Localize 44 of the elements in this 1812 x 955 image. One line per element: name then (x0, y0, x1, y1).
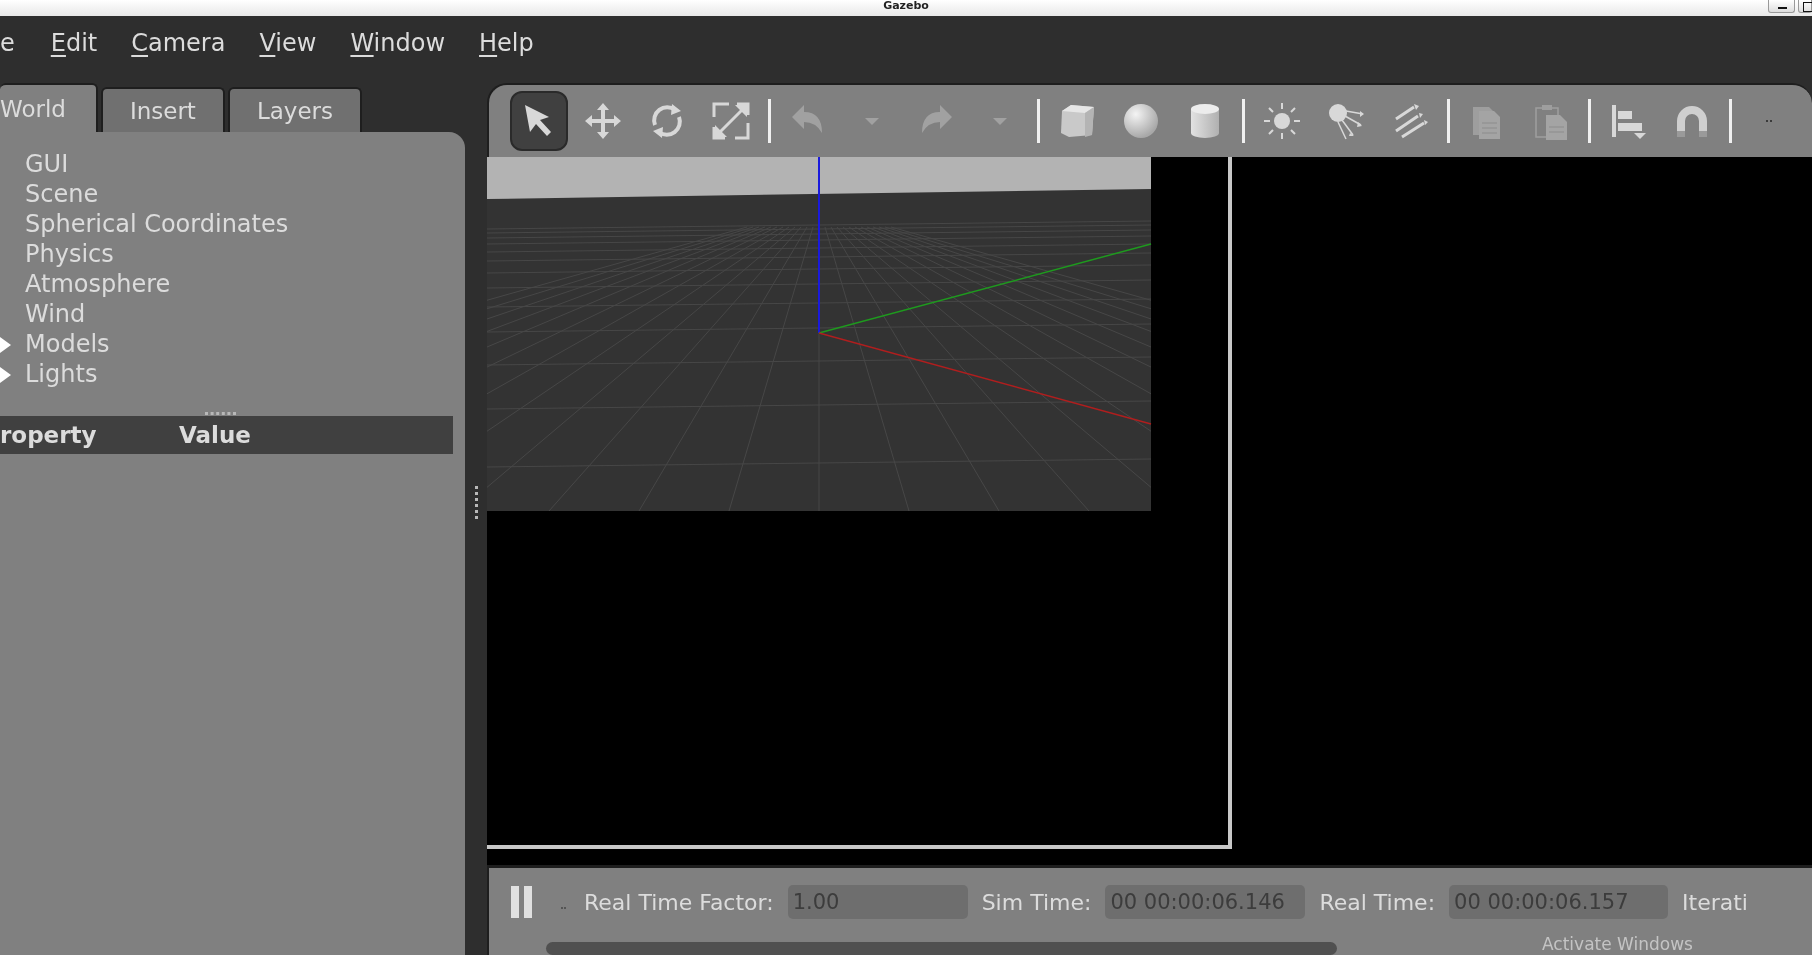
status-label: Real Time Factor: (584, 889, 774, 915)
minimize-button[interactable] (1768, 0, 1795, 13)
tree-item[interactable]: Scene (25, 179, 99, 209)
scale-icon (711, 101, 751, 141)
expand-arrow-icon[interactable] (0, 367, 11, 383)
pause-icon (509, 886, 535, 918)
activation-notice: Activate Windows (1542, 934, 1693, 954)
column-header: roperty (0, 422, 98, 448)
menu-item[interactable]: e (0, 28, 15, 58)
3d-scene-render-drawing[interactable] (487, 157, 1152, 511)
sphere-icon (1121, 101, 1161, 141)
tree-item[interactable]: Atmosphere (25, 269, 171, 299)
spot-light-icon (1326, 101, 1366, 141)
tree-item[interactable]: Spherical Coordinates (25, 209, 289, 239)
tree-item[interactable]: Lights (25, 359, 98, 389)
status-label: Iterati (1682, 889, 1748, 915)
dropdown-caret-icon (865, 117, 879, 125)
panel-tab[interactable]: Insert (100, 87, 225, 132)
grip-icon (561, 906, 567, 910)
window-title: Gazebo (883, 0, 929, 11)
pause-button[interactable] (509, 886, 535, 918)
dropdown-caret-icon (993, 117, 1007, 125)
menu-item[interactable]: Edit (33, 28, 115, 58)
splitter-grip-icon[interactable] (203, 411, 238, 416)
tool-button[interactable] (510, 91, 568, 151)
sun-icon (1262, 101, 1302, 141)
tree-item[interactable]: GUI (25, 149, 69, 179)
splitter-handle-icon[interactable] (473, 484, 479, 521)
panel-tab[interactable]: World (0, 83, 98, 132)
expand-arrow-icon[interactable] (0, 337, 11, 353)
tree-item[interactable]: Wind (25, 299, 86, 329)
menu-item[interactable]: Window (333, 28, 463, 58)
scrollbar-handle[interactable] (546, 942, 1337, 955)
panel-tab[interactable]: Layers (227, 87, 362, 132)
status-label: Real Time: (1319, 889, 1436, 915)
tree-item[interactable]: Models (25, 329, 110, 359)
maximize-button[interactable] (1798, 0, 1812, 13)
status-label: Sim Time: (981, 889, 1092, 915)
menu-item[interactable]: Help (462, 28, 551, 58)
translate-icon (583, 101, 623, 141)
column-header: Value (179, 422, 251, 448)
tree-item[interactable]: Physics (25, 239, 114, 269)
menu-item[interactable]: Camera (114, 28, 243, 58)
menu-item[interactable]: View (242, 28, 334, 58)
